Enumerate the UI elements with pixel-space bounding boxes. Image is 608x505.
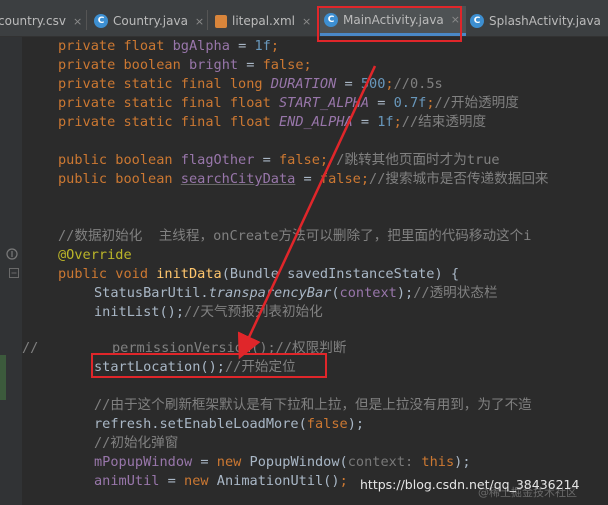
- annotation-arrow: [237, 65, 377, 360]
- watermark-faint: @稀土掘金技术社区: [478, 486, 577, 499]
- arrow-line: [237, 65, 377, 360]
